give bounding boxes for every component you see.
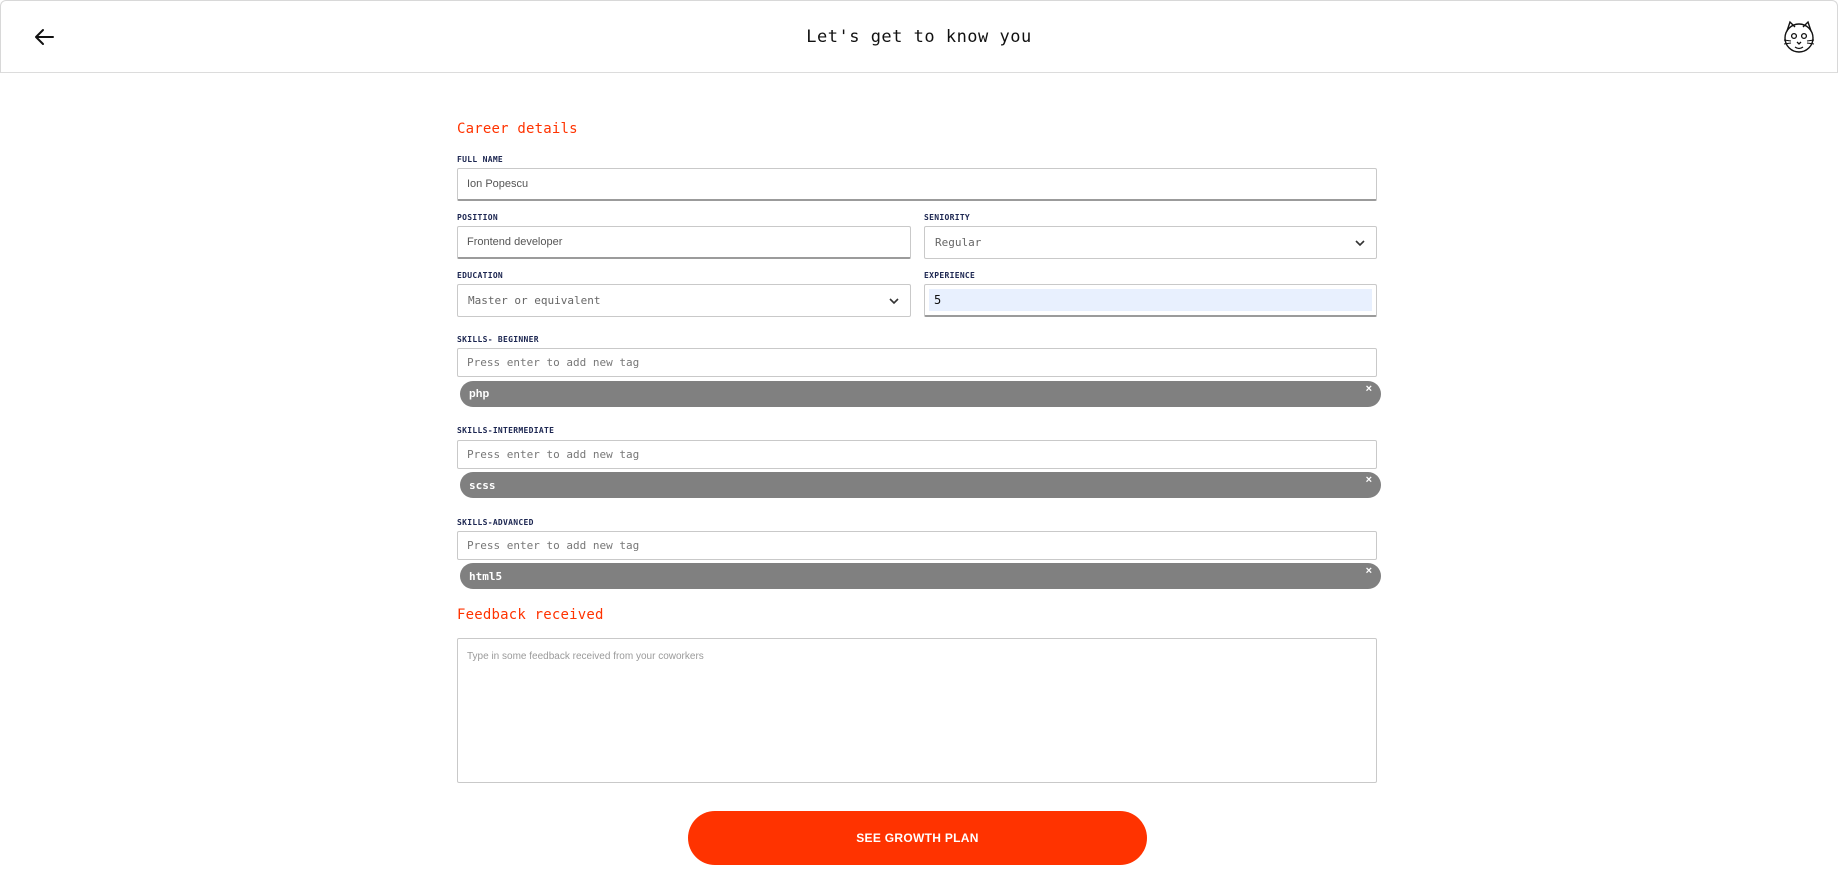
page-title: Let's get to know you: [806, 27, 1032, 47]
education-label: EDUCATION: [457, 271, 504, 280]
skills-intermediate-label: SKILLS-INTERMEDIATE: [457, 426, 555, 435]
top-bar: Let's get to know you: [0, 0, 1838, 73]
education-select[interactable]: Master or equivalent: [457, 284, 911, 317]
chevron-down-icon: [889, 297, 899, 304]
remove-tag-button[interactable]: ×: [1366, 565, 1372, 577]
education-value: Master or equivalent: [468, 294, 601, 307]
position-value: Frontend developer: [467, 236, 563, 248]
experience-label: EXPERIENCE: [924, 271, 976, 280]
feedback-title: Feedback received: [457, 607, 604, 623]
position-field[interactable]: Frontend developer: [457, 226, 911, 259]
career-details-title: Career details: [457, 121, 578, 137]
skill-tag: html5 ×: [460, 563, 1381, 589]
skills-advanced-label: SKILLS-ADVANCED: [457, 518, 534, 527]
skills-advanced-placeholder: Press enter to add new tag: [467, 539, 640, 552]
seniority-select[interactable]: Regular: [924, 226, 1377, 259]
experience-field[interactable]: 5: [924, 284, 1377, 317]
experience-value: 5: [929, 289, 1372, 311]
skills-beginner-placeholder: Press enter to add new tag: [467, 356, 640, 369]
skills-beginner-input[interactable]: Press enter to add new tag: [457, 348, 1377, 377]
seniority-label: SENIORITY: [924, 213, 971, 222]
full-name-field[interactable]: Ion Popescu: [457, 168, 1377, 201]
skills-beginner-label: SKILLS- BEGINNER: [457, 335, 539, 344]
skills-intermediate-input[interactable]: Press enter to add new tag: [457, 440, 1377, 469]
cat-avatar-icon[interactable]: [1781, 19, 1817, 55]
seniority-value: Regular: [935, 236, 982, 249]
skill-tag-label: php: [469, 388, 490, 400]
skills-advanced-input[interactable]: Press enter to add new tag: [457, 531, 1377, 560]
full-name-label: FULL NAME: [457, 155, 504, 164]
skill-tag: php ×: [460, 381, 1381, 407]
skill-tag-label: scss: [469, 478, 496, 492]
skill-tag-label: html5: [469, 569, 503, 583]
skill-tag: scss ×: [460, 472, 1381, 498]
full-name-value: Ion Popescu: [467, 178, 529, 190]
position-label: POSITION: [457, 213, 498, 222]
remove-tag-button[interactable]: ×: [1366, 474, 1372, 486]
remove-tag-button[interactable]: ×: [1366, 383, 1372, 395]
skills-intermediate-placeholder: Press enter to add new tag: [467, 448, 640, 461]
chevron-down-icon: [1355, 239, 1365, 246]
see-growth-plan-button[interactable]: SEE GROWTH PLAN: [688, 811, 1147, 865]
feedback-textarea[interactable]: Type in some feedback received from your…: [457, 638, 1377, 783]
feedback-placeholder: Type in some feedback received from your…: [467, 651, 704, 662]
